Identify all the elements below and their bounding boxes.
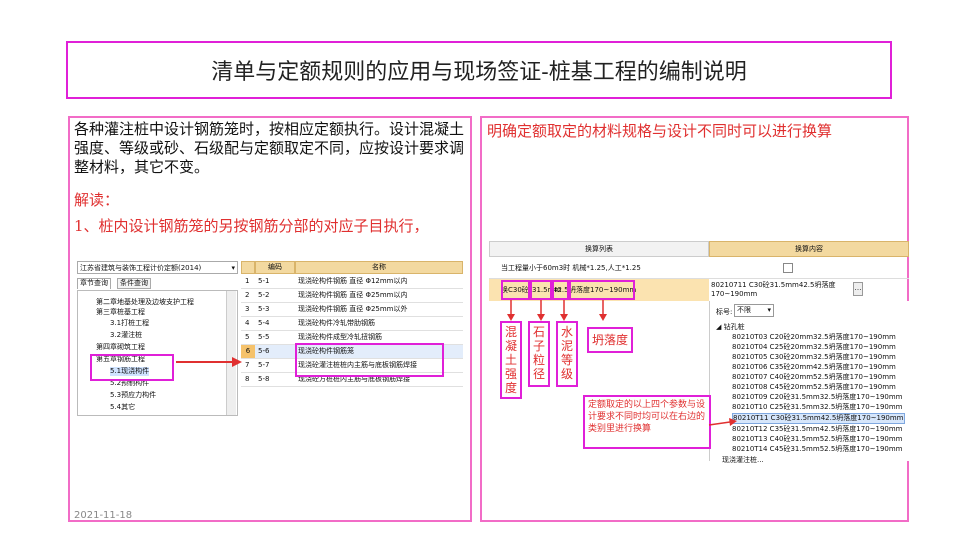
- page-title: 清单与定额规则的应用与现场签证-桩基工程的编制说明: [211, 60, 747, 85]
- tree-item[interactable]: 5.3预应力构件: [110, 391, 156, 400]
- table-row[interactable]: 1 5-1 现浇砼构件钢筋 直径 Φ12mm以内: [241, 275, 463, 289]
- grade-label: 标号:: [716, 308, 733, 316]
- row-code: 5-7: [258, 361, 270, 369]
- tree-item[interactable]: 3.2灌注桩: [110, 331, 142, 340]
- tree-item[interactable]: 5.4其它: [110, 403, 135, 412]
- table-row[interactable]: 3 5-3 现浇砼构件钢筋 直径 Φ25mm以外: [241, 303, 463, 317]
- tab-condition-query[interactable]: 条件查询: [117, 278, 151, 289]
- row-index: 6: [241, 345, 255, 358]
- conversion-checkbox[interactable]: [783, 263, 793, 273]
- content-value: 80210711 C30砼31.5mm42.5坍落度170~190mm: [711, 281, 836, 298]
- conversion-list-header: 换算列表: [489, 241, 709, 257]
- tree-item-selected[interactable]: 80210T11 C30砼31.5mm42.5坍落度170~190mm: [732, 413, 905, 424]
- slump-label: 坍落度: [587, 327, 633, 353]
- more-button[interactable]: …: [853, 282, 863, 296]
- tree-item[interactable]: 80210T03 C20砼20mm32.5坍落度170~190mm: [732, 333, 896, 342]
- quota-library-dropdown[interactable]: 江苏省建筑与装饰工程计价定额(2014) ▾: [77, 261, 238, 274]
- grade-value: 不限: [737, 306, 751, 314]
- cement-highlight: [552, 280, 569, 300]
- tree-item[interactable]: 第三章桩基工程: [96, 308, 145, 317]
- strength-highlight: [501, 280, 530, 300]
- tree-item[interactable]: 80210T13 C40砼31.5mm52.5坍落度170~190mm: [732, 435, 903, 444]
- chevron-down-icon: ▾: [767, 306, 771, 314]
- tree-item[interactable]: 第四章砌筑工程: [96, 343, 145, 352]
- stone-size-label: 石子粒径: [528, 321, 550, 387]
- row-index: 5: [245, 333, 250, 341]
- row-index: 8: [245, 375, 250, 383]
- tree-item[interactable]: 第二章地基处理及边坡支护工程: [96, 298, 194, 307]
- row-index: 3: [245, 305, 250, 313]
- tree-item[interactable]: 80210T10 C25砼31.5mm32.5坍落度170~190mm: [732, 403, 903, 412]
- chapter-highlight: [90, 354, 174, 381]
- chapter-tree: 第二章地基处理及边坡支护工程 第三章桩基工程 3.1打桩工程 3.2灌注桩 第四…: [77, 290, 238, 416]
- row-code: 5-6: [258, 347, 270, 355]
- row-index: 4: [245, 319, 250, 327]
- conversion-row-1[interactable]: 当工程量小于60m3时 机械*1.25,人工*1.25: [489, 257, 709, 279]
- chevron-down-icon: ▾: [231, 263, 235, 272]
- grid-header-index: [241, 261, 255, 274]
- tree-root-label: 钻孔桩: [723, 323, 745, 331]
- tree-item[interactable]: 80210T06 C35砼20mm42.5坍落度170~190mm: [732, 363, 896, 372]
- tree-item[interactable]: 80210T14 C45砼31.5mm52.5坍落度170~190mm: [732, 445, 903, 454]
- rows-highlight: [295, 343, 444, 377]
- row-code: 5-8: [258, 375, 270, 383]
- down-arrows: [507, 300, 607, 321]
- interpret-label: 解读：: [74, 191, 120, 209]
- row-code: 5-2: [258, 291, 270, 299]
- conversion-checkbox-cell: [709, 257, 909, 279]
- concrete-strength-label: 混凝土强度: [500, 321, 522, 399]
- tab-chapter-query[interactable]: 章节查询: [77, 278, 111, 289]
- tree-item[interactable]: 80210T08 C45砼20mm52.5坍落度170~190mm: [732, 383, 896, 392]
- conversion-content-header: 换算内容: [709, 241, 909, 257]
- row-name: 现浇砼构件钢筋 直径 Φ25mm以外: [298, 305, 408, 313]
- tree-item[interactable]: 80210T04 C25砼20mm32.5坍落度170~190mm: [732, 343, 896, 352]
- right-paragraph: 明确定额取定的材料规格与设计不同时可以进行换算: [487, 122, 833, 140]
- left-paragraph: 各种灌注桩中设计钢筋笼时，按相应定额执行。设计混凝土强度、等级或砂、石级配与定额…: [74, 120, 465, 176]
- tree-root[interactable]: ◢ 钻孔桩: [716, 323, 745, 332]
- arrow-right-icon: [708, 418, 737, 426]
- row-name: 现浇砼构件冷轧带肋钢筋: [298, 319, 375, 327]
- row-code: 5-3: [258, 305, 270, 313]
- dropdown-value: 江苏省建筑与装饰工程计价定额(2014): [80, 263, 202, 272]
- conversion-note: 定额取定的以上四个参数与设计要求不同时均可以在右边的类别里进行换算: [583, 395, 711, 449]
- cement-grade-label: 水泥等级: [556, 321, 578, 387]
- row-index: 1: [245, 277, 250, 285]
- table-row[interactable]: 4 5-4 现浇砼构件冷轧带肋钢筋: [241, 317, 463, 331]
- point-1: 1、桩内设计钢筋笼的另按钢筋分部的对应子目执行，: [74, 217, 429, 235]
- date-footer: 2021-11-18: [74, 510, 133, 521]
- row-name: 现浇砼构件钢筋 直径 Φ12mm以内: [298, 277, 408, 285]
- tree-item[interactable]: 80210T05 C30砼20mm32.5坍落度170~190mm: [732, 353, 896, 362]
- row-code: 5-4: [258, 319, 270, 327]
- grade-select[interactable]: 不限 ▾: [734, 304, 774, 317]
- table-row[interactable]: 2 5-2 现浇砼构件钢筋 直径 Φ25mm以内: [241, 289, 463, 303]
- slump-highlight: [569, 280, 635, 300]
- grid-header-name[interactable]: 名称: [295, 261, 463, 274]
- tree-item[interactable]: 80210T12 C35砼31.5mm42.5坍落度170~190mm: [732, 425, 903, 434]
- tree-item[interactable]: 80210T07 C40砼20mm52.5坍落度170~190mm: [732, 373, 896, 382]
- tree-item[interactable]: 80210T09 C20砼31.5mm32.5坍落度170~190mm: [732, 393, 903, 402]
- stone-highlight: [530, 280, 552, 300]
- row-index: 7: [245, 361, 250, 369]
- arrow-icon: [176, 357, 242, 367]
- row-name: 现浇砼构件钢筋 直径 Φ25mm以内: [298, 291, 408, 299]
- row-index: 2: [245, 291, 250, 299]
- row-code: 5-5: [258, 333, 270, 341]
- tree-scrollbar[interactable]: [226, 291, 236, 415]
- grid-header-code[interactable]: 编码: [255, 261, 295, 274]
- tree-item[interactable]: 3.1打桩工程: [110, 319, 149, 328]
- row-code: 5-1: [258, 277, 270, 285]
- tree-item[interactable]: 现浇灌注桩...: [722, 456, 764, 465]
